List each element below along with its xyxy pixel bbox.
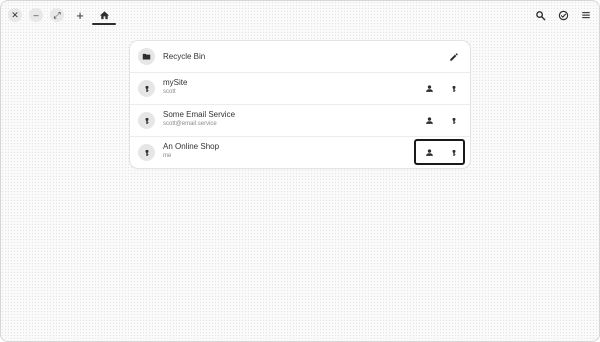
copy-password-button[interactable]: [446, 81, 461, 96]
menu-icon: [581, 10, 591, 20]
search-icon: [535, 10, 546, 21]
key-icon: [450, 85, 458, 93]
user-icon: [425, 116, 434, 125]
close-icon: ✕: [11, 9, 19, 20]
header-bar: ✕ – ⤢ +: [1, 1, 599, 29]
entry-username: me: [163, 153, 172, 159]
search-button[interactable]: [531, 6, 549, 24]
entry-title: Recycle Bin: [163, 52, 206, 61]
entry-avatar: [138, 112, 155, 129]
entry-username: scott: [163, 89, 176, 95]
entry-avatar: [138, 144, 155, 161]
select-button[interactable]: [554, 6, 572, 24]
minimize-icon: –: [33, 9, 39, 20]
entries-list: Recycle Bin mySite scott Some Email Serv…: [130, 41, 470, 168]
copy-password-button[interactable]: [446, 145, 461, 160]
list-item-recycle-bin[interactable]: Recycle Bin: [130, 41, 470, 72]
key-icon: [450, 149, 458, 157]
copy-username-button[interactable]: [422, 113, 437, 128]
new-tab-button[interactable]: +: [71, 6, 89, 24]
entry-title: An Online Shop: [163, 142, 220, 151]
copy-username-button[interactable]: [422, 81, 437, 96]
maximize-button[interactable]: ⤢: [50, 8, 64, 22]
key-icon: [143, 117, 151, 125]
entry-title: mySite: [163, 78, 188, 87]
key-icon: [143, 149, 151, 157]
entry-username: scott@email.service: [163, 121, 217, 127]
close-button[interactable]: ✕: [8, 8, 22, 22]
entry-title: Some Email Service: [163, 110, 236, 119]
key-icon: [143, 85, 151, 93]
list-item-some-email-service[interactable]: Some Email Service scott@email.service: [130, 104, 470, 136]
edit-button[interactable]: [446, 49, 461, 64]
edit-icon: [449, 52, 459, 62]
minimize-button[interactable]: –: [29, 8, 43, 22]
copy-username-button[interactable]: [422, 145, 437, 160]
entry-avatar: [138, 80, 155, 97]
home-tab[interactable]: [94, 6, 114, 24]
main-menu-button[interactable]: [577, 6, 595, 24]
active-tab-indicator: [92, 23, 116, 25]
list-item-an-online-shop[interactable]: An Online Shop me: [130, 136, 470, 168]
folder-icon: [142, 52, 151, 61]
list-item-mysite[interactable]: mySite scott: [130, 72, 470, 104]
app-window: ✕ – ⤢ + Recycle Bin mySite scott Some Em…: [0, 0, 600, 342]
home-icon: [99, 10, 110, 21]
user-icon: [425, 84, 434, 93]
copy-password-button[interactable]: [446, 113, 461, 128]
plus-icon: +: [76, 7, 84, 23]
focused-actions-highlight: [414, 139, 465, 165]
user-icon: [425, 148, 434, 157]
maximize-icon: ⤢: [53, 9, 61, 20]
check-circle-icon: [558, 10, 569, 21]
key-icon: [450, 117, 458, 125]
folder-avatar: [138, 48, 155, 65]
